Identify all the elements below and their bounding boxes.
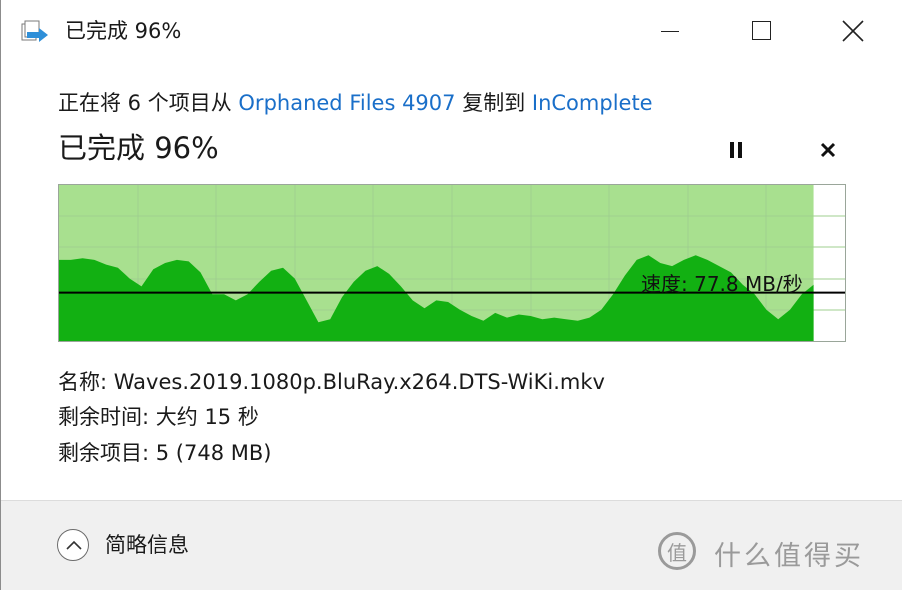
source-folder-link[interactable]: Orphaned Files 4907 — [238, 91, 455, 115]
close-icon — [842, 20, 864, 42]
speed-label: 速度: 77.8 MB/秒 — [641, 272, 803, 296]
watermark-badge-text: 值 — [667, 541, 687, 565]
cancel-button[interactable] — [814, 136, 842, 164]
toggle-circle — [57, 529, 89, 561]
maximize-button[interactable] — [715, 0, 807, 62]
copy-progress-dialog: 已完成 96% 正在将 6 个项目从 Orphaned Files 4907 复… — [0, 0, 902, 590]
time-remaining-row: 剩余时间: 大约 15 秒 — [58, 402, 259, 432]
copy-prefix: 正在将 6 个项目从 — [58, 91, 232, 115]
transfer-speed-graph: 速度: 77.8 MB/秒 — [58, 184, 846, 342]
time-remaining-label: 剩余时间: — [58, 405, 150, 429]
file-name-label: 名称: — [58, 370, 108, 394]
chevron-up-icon — [66, 540, 82, 550]
items-remaining-row: 剩余项目: 5 (748 MB) — [58, 438, 271, 468]
minimize-button[interactable] — [623, 0, 715, 62]
window-title: 已完成 96% — [65, 19, 182, 43]
copy-middle: 复制到 — [462, 91, 526, 115]
items-remaining-label: 剩余项目: — [58, 441, 150, 465]
close-button[interactable] — [807, 0, 899, 62]
destination-folder-link[interactable]: InComplete — [532, 91, 653, 115]
copy-description: 正在将 6 个项目从 Orphaned Files 4907 复制到 InCom… — [58, 88, 653, 118]
title-bar: 已完成 96% — [1, 0, 902, 62]
items-remaining-value: 5 (748 MB) — [155, 441, 272, 465]
time-remaining-value: 大约 15 秒 — [155, 405, 259, 429]
progress-title: 已完成 96% — [58, 131, 219, 165]
cancel-icon — [820, 142, 836, 158]
fewer-details-label: 简略信息 — [105, 533, 189, 557]
watermark-text: 什么值得买 — [714, 541, 864, 572]
file-copy-icon — [21, 20, 51, 46]
watermark-badge: 值 — [658, 532, 696, 570]
file-name-value: Waves.2019.1080p.BluRay.x264.DTS-WiKi.mk… — [113, 370, 605, 394]
file-name-row: 名称: Waves.2019.1080p.BluRay.x264.DTS-WiK… — [58, 367, 605, 397]
pause-button[interactable] — [722, 136, 750, 164]
speed-graph-canvas — [59, 185, 845, 341]
